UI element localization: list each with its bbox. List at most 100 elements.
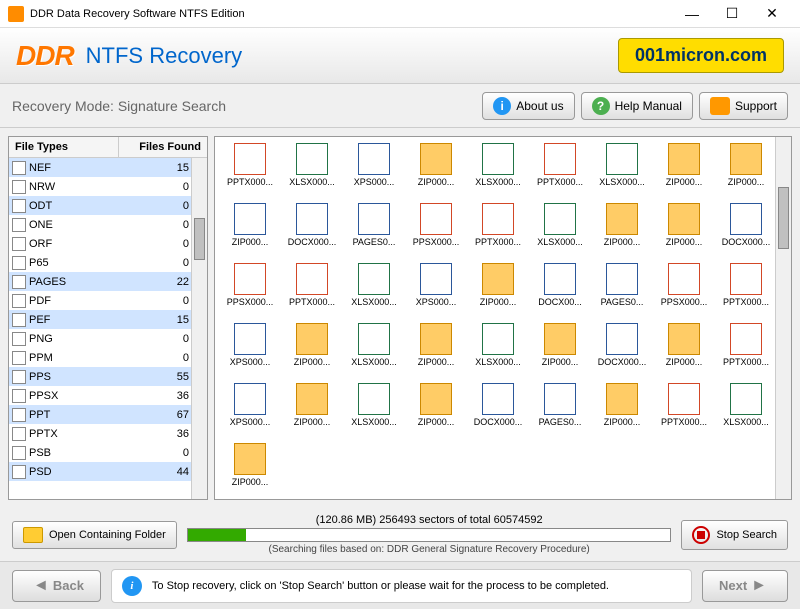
- progress-area: (120.86 MB) 256493 sectors of total 6057…: [187, 514, 672, 555]
- support-button[interactable]: Support: [699, 92, 788, 120]
- file-grid[interactable]: PPTX000...XLSX000...XPS000...ZIP000...XL…: [215, 137, 791, 500]
- next-button[interactable]: Next►: [702, 570, 788, 602]
- file-item[interactable]: PAGES0...: [529, 383, 591, 441]
- file-item[interactable]: XLSX000...: [467, 323, 529, 381]
- file-item[interactable]: ZIP000...: [715, 143, 777, 201]
- sidebar-scrollbar[interactable]: [191, 158, 207, 499]
- content-scrollbar[interactable]: [775, 137, 791, 499]
- footer: ◄Back i To Stop recovery, click on 'Stop…: [0, 561, 800, 609]
- help-button[interactable]: ?Help Manual: [581, 92, 693, 120]
- file-name: XPS000...: [221, 357, 279, 367]
- filetype-row[interactable]: PPTX36: [9, 424, 207, 443]
- file-item[interactable]: XPS000...: [219, 383, 281, 441]
- file-icon: [544, 383, 576, 415]
- file-item[interactable]: XLSX000...: [715, 383, 777, 441]
- file-item[interactable]: DOCX000...: [281, 203, 343, 261]
- file-item[interactable]: XLSX000...: [529, 203, 591, 261]
- file-item[interactable]: PPSX000...: [653, 263, 715, 321]
- file-item[interactable]: XLSX000...: [467, 143, 529, 201]
- filetype-row[interactable]: PEF15: [9, 310, 207, 329]
- file-item[interactable]: PPTX000...: [715, 323, 777, 381]
- file-icon: [730, 263, 762, 295]
- minimize-button[interactable]: —: [672, 0, 712, 28]
- filetype-row[interactable]: NRW0: [9, 177, 207, 196]
- file-item[interactable]: PPTX000...: [219, 143, 281, 201]
- filetype-row[interactable]: P650: [9, 253, 207, 272]
- filetype-row[interactable]: NEF15: [9, 158, 207, 177]
- file-item[interactable]: PPTX000...: [715, 263, 777, 321]
- file-item[interactable]: PPTX000...: [529, 143, 591, 201]
- file-item[interactable]: PPSX000...: [219, 263, 281, 321]
- file-name: ZIP000...: [407, 177, 465, 187]
- file-name: ZIP000...: [717, 177, 775, 187]
- file-item[interactable]: DOCX000...: [467, 383, 529, 441]
- file-icon: [730, 323, 762, 355]
- file-item[interactable]: PPSX000...: [405, 203, 467, 261]
- file-item[interactable]: ZIP000...: [591, 383, 653, 441]
- filetype-icon: [12, 332, 26, 346]
- file-name: ZIP000...: [655, 357, 713, 367]
- filetype-row[interactable]: ONE0: [9, 215, 207, 234]
- file-item[interactable]: PAGES0...: [343, 203, 405, 261]
- about-button[interactable]: iAbout us: [482, 92, 574, 120]
- file-item[interactable]: ZIP000...: [405, 323, 467, 381]
- file-item[interactable]: ZIP000...: [281, 323, 343, 381]
- file-name: ZIP000...: [655, 177, 713, 187]
- hint-text: To Stop recovery, click on 'Stop Search'…: [152, 580, 609, 592]
- file-item[interactable]: XPS000...: [343, 143, 405, 201]
- file-item[interactable]: ZIP000...: [591, 203, 653, 261]
- filetype-row[interactable]: PPSX36: [9, 386, 207, 405]
- file-item[interactable]: ZIP000...: [653, 203, 715, 261]
- filetype-row[interactable]: PAGES22: [9, 272, 207, 291]
- file-item[interactable]: XLSX000...: [343, 383, 405, 441]
- file-item[interactable]: PPTX000...: [281, 263, 343, 321]
- file-item[interactable]: ZIP000...: [219, 203, 281, 261]
- file-item[interactable]: DOCX000...: [715, 203, 777, 261]
- filetype-row[interactable]: PDF0: [9, 291, 207, 310]
- stop-search-button[interactable]: Stop Search: [681, 520, 788, 550]
- close-button[interactable]: ✕: [752, 0, 792, 28]
- filetype-row[interactable]: PSD44: [9, 462, 207, 481]
- filetype-row[interactable]: ODT0: [9, 196, 207, 215]
- filetype-name: NRW: [29, 181, 119, 193]
- back-button[interactable]: ◄Back: [12, 570, 101, 602]
- file-item[interactable]: ZIP000...: [653, 323, 715, 381]
- filetype-row[interactable]: PPM0: [9, 348, 207, 367]
- file-name: ZIP000...: [531, 357, 589, 367]
- filetype-row[interactable]: PNG0: [9, 329, 207, 348]
- progress-subtext: (Searching files based on: DDR General S…: [187, 544, 672, 555]
- file-item[interactable]: PPTX000...: [467, 203, 529, 261]
- file-icon: [544, 143, 576, 175]
- file-item[interactable]: ZIP000...: [219, 443, 281, 500]
- file-item[interactable]: XPS000...: [405, 263, 467, 321]
- file-item[interactable]: DOCX00...: [529, 263, 591, 321]
- filetype-icon: [12, 446, 26, 460]
- open-folder-button[interactable]: Open Containing Folder: [12, 521, 177, 549]
- file-name: XPS000...: [345, 177, 403, 187]
- file-icon: [420, 323, 452, 355]
- file-item[interactable]: ZIP000...: [281, 383, 343, 441]
- filetype-row[interactable]: PSB0: [9, 443, 207, 462]
- file-item[interactable]: DOCX000...: [591, 323, 653, 381]
- file-icon: [296, 323, 328, 355]
- file-icon: [544, 203, 576, 235]
- filetype-row[interactable]: ORF0: [9, 234, 207, 253]
- file-item[interactable]: ZIP000...: [653, 143, 715, 201]
- file-item[interactable]: PPTX000...: [653, 383, 715, 441]
- file-item[interactable]: ZIP000...: [405, 383, 467, 441]
- sidebar-body[interactable]: NEF15NRW0ODT0ONE0ORF0P650PAGES22PDF0PEF1…: [9, 158, 207, 499]
- header-title: NTFS Recovery: [86, 43, 618, 69]
- file-icon: [606, 203, 638, 235]
- file-item[interactable]: XLSX000...: [343, 323, 405, 381]
- filetype-row[interactable]: PPS55: [9, 367, 207, 386]
- file-item[interactable]: ZIP000...: [405, 143, 467, 201]
- file-item[interactable]: XLSX000...: [281, 143, 343, 201]
- file-item[interactable]: PAGES0...: [591, 263, 653, 321]
- maximize-button[interactable]: ☐: [712, 0, 752, 28]
- file-item[interactable]: XPS000...: [219, 323, 281, 381]
- file-item[interactable]: ZIP000...: [467, 263, 529, 321]
- file-item[interactable]: ZIP000...: [529, 323, 591, 381]
- file-item[interactable]: XLSX000...: [591, 143, 653, 201]
- file-item[interactable]: XLSX000...: [343, 263, 405, 321]
- filetype-row[interactable]: PPT67: [9, 405, 207, 424]
